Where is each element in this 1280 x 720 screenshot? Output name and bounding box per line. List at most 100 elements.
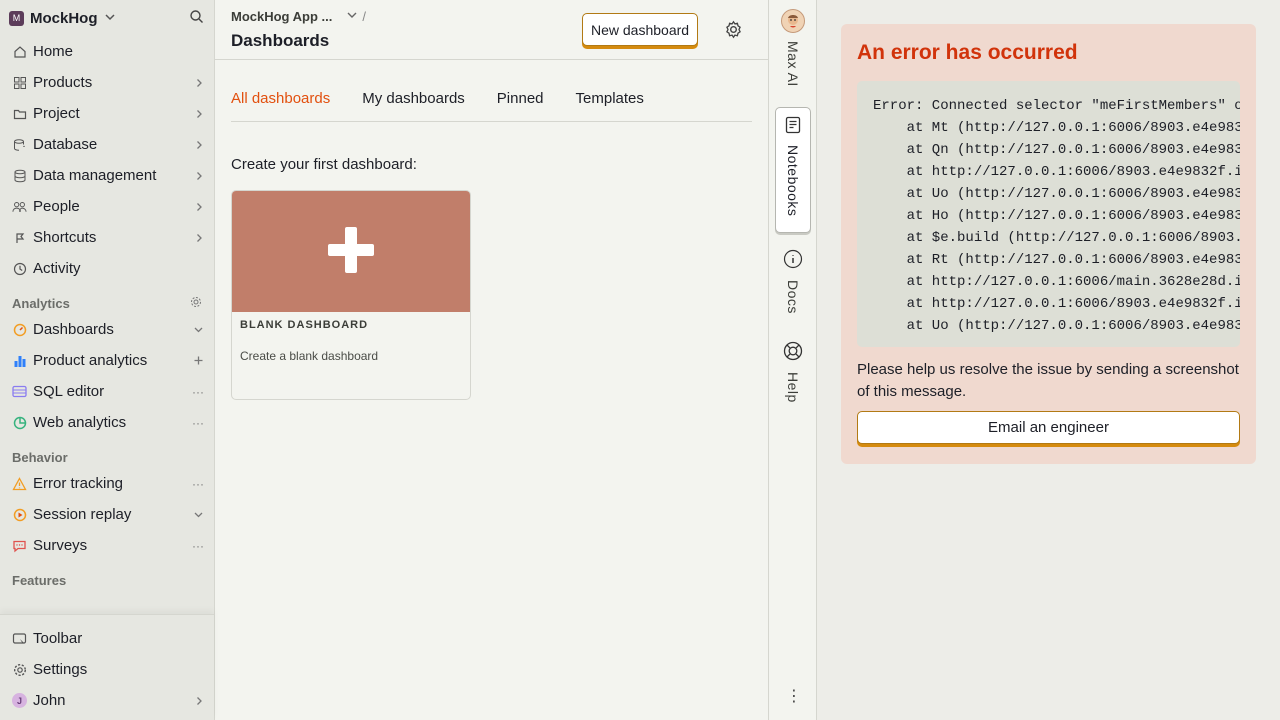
sidebar-item-activity[interactable]: Activity xyxy=(0,253,214,284)
sidebar-item-toolbar[interactable]: Toolbar xyxy=(0,623,214,654)
sidebar-item-web-analytics[interactable]: Web analytics ··· xyxy=(0,407,214,438)
error-help-text: Please help us resolve the issue by send… xyxy=(857,361,1239,400)
avatar-wrap: J xyxy=(12,693,27,708)
trace-line: at Mt (http://127.0.0.1:6006/8903.e4e983 xyxy=(873,120,1240,136)
rail-label: Notebooks xyxy=(785,145,801,217)
tab-templates[interactable]: Templates xyxy=(576,82,644,121)
rail-label: Docs xyxy=(785,280,801,314)
trace-line: at http://127.0.0.1:6006/8903.e4e9832f.i xyxy=(873,296,1240,312)
rail-label: Max AI xyxy=(785,41,801,87)
more-vertical-icon[interactable]: ⋮ xyxy=(786,686,802,706)
replay-icon xyxy=(12,507,27,522)
survey-icon xyxy=(12,538,27,553)
sql-icon xyxy=(12,384,27,399)
chevron-right-icon xyxy=(194,78,204,88)
page-header: MockHog App ... / Dashboards New dashboa… xyxy=(215,0,768,60)
sidebar-item-label: Data management xyxy=(33,167,157,184)
section-title: Features xyxy=(12,572,67,588)
project-badge: M xyxy=(9,10,24,26)
chevron-down-icon[interactable] xyxy=(104,10,116,26)
create-dashboard-label: Create your first dashboard: xyxy=(231,156,417,173)
sidebar-item-project[interactable]: Project xyxy=(0,98,214,129)
side-panel-rail: Max AI Notebooks Docs Help ⋮ xyxy=(768,0,817,720)
blank-dashboard-card[interactable]: BLANK DASHBOARD Create a blank dashboard xyxy=(231,190,471,400)
breadcrumb: MockHog App ... / xyxy=(231,9,366,24)
info-icon xyxy=(783,249,803,272)
sidebar-item-data-management[interactable]: Data management xyxy=(0,160,214,191)
bar-chart-icon xyxy=(12,353,27,368)
project-switcher[interactable]: M MockHog xyxy=(0,0,214,36)
trace-line: at Qn (http://127.0.0.1:6006/8903.e4e983 xyxy=(873,142,1240,158)
sidebar-item-label: Product analytics xyxy=(33,352,148,369)
rail-max-ai[interactable]: Max AI xyxy=(769,0,817,87)
section-header-behavior: Behavior xyxy=(0,446,214,468)
sidebar-item-surveys[interactable]: Surveys ··· xyxy=(0,530,214,561)
sidebar-item-sql-editor[interactable]: SQL editor ··· xyxy=(0,376,214,407)
database-icon xyxy=(12,137,27,152)
sidebar-item-error-tracking[interactable]: Error tracking ··· xyxy=(0,468,214,499)
gear-icon[interactable] xyxy=(190,296,202,311)
chevron-down-icon[interactable] xyxy=(193,324,204,335)
more-icon[interactable]: ··· xyxy=(192,539,204,553)
sidebar-item-database[interactable]: Database xyxy=(0,129,214,160)
sidebar-item-label: Home xyxy=(33,43,74,60)
sidebar-item-label: Web analytics xyxy=(33,414,127,431)
gear-icon[interactable] xyxy=(724,20,743,42)
sidebar-item-label: Project xyxy=(33,105,80,122)
card-title: BLANK DASHBOARD xyxy=(240,319,369,331)
chevron-right-icon xyxy=(194,202,204,212)
search-icon[interactable] xyxy=(189,9,204,27)
page-title: Dashboards xyxy=(231,31,330,50)
error-title: An error has occurred xyxy=(857,41,1078,64)
chevron-right-icon xyxy=(194,140,204,150)
breadcrumb-project[interactable]: MockHog App ... xyxy=(231,9,332,24)
more-icon[interactable]: ··· xyxy=(192,385,204,399)
max-ai-avatar xyxy=(781,9,805,33)
chevron-down-icon[interactable] xyxy=(193,509,204,520)
tab-pinned[interactable]: Pinned xyxy=(497,82,544,121)
new-dashboard-button[interactable]: New dashboard xyxy=(582,13,699,46)
email-engineer-button[interactable]: Email an engineer xyxy=(857,411,1240,444)
section-title: Analytics xyxy=(12,295,70,311)
trace-line: Error: Connected selector "meFirstMember… xyxy=(873,98,1240,114)
sidebar-item-shortcuts[interactable]: Shortcuts xyxy=(0,222,214,253)
sidebar-item-settings[interactable]: Settings xyxy=(0,654,214,685)
card-preview xyxy=(232,191,470,312)
sidebar-item-label: Session replay xyxy=(33,506,132,523)
dashboard-tabs: All dashboards My dashboards Pinned Temp… xyxy=(231,82,752,122)
sidebar-item-product-analytics[interactable]: Product analytics xyxy=(0,345,214,376)
sidebar-item-people[interactable]: People xyxy=(0,191,214,222)
project-name[interactable]: MockHog xyxy=(30,10,98,27)
sidebar-item-home[interactable]: Home xyxy=(0,36,214,67)
sidebar-item-products[interactable]: Products xyxy=(0,67,214,98)
rail-docs[interactable]: Docs xyxy=(769,249,817,314)
chevron-right-icon xyxy=(194,171,204,181)
tab-my-dashboards[interactable]: My dashboards xyxy=(362,82,465,121)
sidebar-item-label: Settings xyxy=(33,661,88,678)
shortcut-icon xyxy=(12,230,27,245)
data-icon xyxy=(12,168,27,183)
notebook-icon xyxy=(784,116,802,137)
grid-icon xyxy=(12,75,27,90)
pie-icon xyxy=(12,415,27,430)
tab-all-dashboards[interactable]: All dashboards xyxy=(231,82,330,121)
sidebar-item-label: People xyxy=(33,198,80,215)
more-icon[interactable]: ··· xyxy=(192,416,204,430)
error-boundary: An error has occurred Error: Connected s… xyxy=(841,24,1256,464)
rail-help[interactable]: Help xyxy=(769,341,817,403)
clock-icon xyxy=(12,261,27,276)
plus-icon xyxy=(328,227,374,276)
chevron-down-icon[interactable] xyxy=(346,9,358,24)
plus-icon[interactable] xyxy=(193,355,204,366)
trace-line: at Ho (http://127.0.0.1:6006/8903.e4e983 xyxy=(873,208,1240,224)
side-panel: An error has occurred Error: Connected s… xyxy=(817,0,1280,720)
more-icon[interactable]: ··· xyxy=(192,477,204,491)
rail-notebooks[interactable]: Notebooks xyxy=(775,107,811,233)
trace-line: at Rt (http://127.0.0.1:6006/8903.e4e983 xyxy=(873,252,1240,268)
error-stack-trace: Error: Connected selector "meFirstMember… xyxy=(857,81,1240,347)
sidebar-item-session-replay[interactable]: Session replay xyxy=(0,499,214,530)
lifebuoy-icon xyxy=(783,341,803,364)
trace-line: at http://127.0.0.1:6006/8903.e4e9832f.i xyxy=(873,164,1240,180)
sidebar-item-dashboards[interactable]: Dashboards xyxy=(0,314,214,345)
sidebar-item-user[interactable]: J John xyxy=(0,685,214,716)
